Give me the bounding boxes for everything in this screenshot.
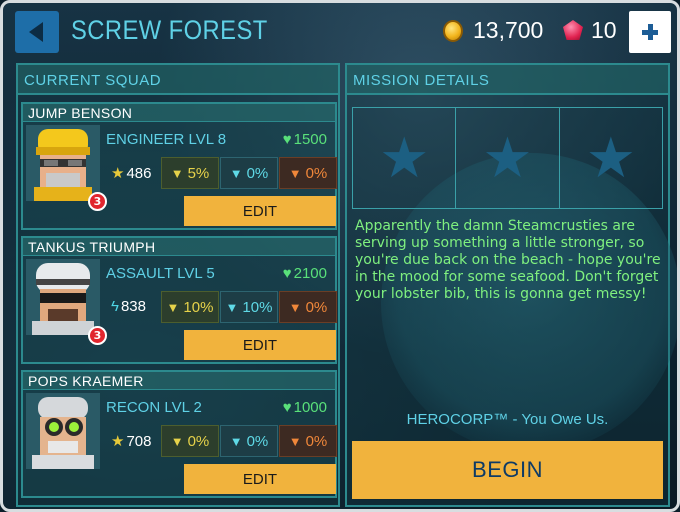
star-icon: ★ [111,433,125,450]
star-icon: ★ [111,165,125,182]
mission-tagline: HEROCORP™ - You Owe Us. [406,411,609,428]
stat-orange: ▼ 0% [279,157,337,189]
mission-panel-title: MISSION DETAILS [353,72,490,89]
orange-gem-icon: ▼ [288,299,302,315]
orange-gem-icon: ▼ [288,165,302,181]
member-power-value: 838 [120,298,146,315]
orange-gem-icon: ▼ [288,433,302,449]
mission-title: SCREW FOREST [71,15,268,45]
member-power-value: 486 [126,165,152,182]
notification-badge: 3 [88,192,107,211]
star-icon: ★ [353,108,457,208]
member-portrait[interactable] [26,125,100,201]
heart-icon: ♥ [282,131,292,148]
yellow-gem-icon: ▼ [170,165,184,181]
stat-yellow: ▼ 0% [161,425,219,457]
member-power: ϟ 838 [111,298,146,315]
stat-orange: ▼ 0% [279,425,337,457]
stat-orange-value: 0% [305,432,328,450]
stat-cyan: ▼ 10% [220,291,278,323]
yellow-gem-icon: ▼ [166,299,180,315]
edit-button[interactable]: EDIT [184,196,336,226]
member-portrait[interactable] [26,259,100,335]
edit-button[interactable]: EDIT [184,464,336,494]
member-role-level: ENGINEER LVL 8 [106,131,227,148]
squad-panel-header: CURRENT SQUAD [18,65,338,95]
stat-cyan-value: 0% [246,432,269,450]
mission-details-panel: MISSION DETAILS ★ ★ ★ Apparently the dam… [345,63,677,507]
add-currency-button[interactable] [629,11,671,53]
stat-yellow: ▼ 5% [161,157,219,189]
stat-cyan-value: 10% [242,298,273,316]
stat-orange-value: 0% [305,164,328,182]
member-portrait[interactable] [26,393,100,469]
member-health: ♥ 1000 [283,399,327,416]
stat-cyan: ▼ 0% [220,425,278,457]
star-icon: ★ [456,108,560,208]
stat-orange-value: 0% [305,298,328,316]
member-name-bar: TANKUS TRIUMPH [23,238,335,256]
squad-panel-title: CURRENT SQUAD [24,72,162,89]
cyan-gem-icon: ▼ [229,433,243,449]
stat-yellow: ▼ 10% [161,291,219,323]
heart-icon: ♥ [282,265,292,282]
stat-cyan: ▼ 0% [220,157,278,189]
yellow-gem-icon: ▼ [170,433,184,449]
member-power-value: 708 [126,433,152,450]
member-health: ♥ 1500 [283,131,327,148]
mission-panel-header: MISSION DETAILS [347,65,668,95]
game-screen: SCREW FOREST 13,700 10 CURRENT SQUAD JUM… [0,0,680,512]
star-icon: ★ [585,125,636,191]
member-name: TANKUS TRIUMPH [28,239,156,255]
member-role-level: ASSAULT LVL 5 [106,265,215,282]
coin-count: 13,700 [473,17,544,43]
stat-cyan-value: 0% [246,164,269,182]
member-health-value: 2100 [293,265,327,282]
member-health: ♥ 2100 [283,265,327,282]
member-name-bar: JUMP BENSON [23,104,335,122]
member-health-value: 1000 [293,399,327,416]
member-health-value: 1500 [293,131,327,148]
stat-yellow-value: 10% [183,298,214,316]
bolt-icon: ϟ [111,298,119,315]
squad-member-card[interactable]: TANKUS TRIUMPH 3 ASSAULT LVL 5 ♥ 2100 ϟ 83… [21,236,337,364]
back-button[interactable] [15,11,59,53]
edit-button[interactable]: EDIT [184,330,336,360]
stat-orange: ▼ 0% [279,291,337,323]
member-name: JUMP BENSON [28,105,133,121]
member-name: POPS KRAEMER [28,373,144,389]
member-name-bar: POPS KRAEMER [23,372,335,390]
stat-yellow-value: 0% [187,432,210,450]
cyan-gem-icon: ▼ [229,165,243,181]
mission-star-rating: ★ ★ ★ [352,107,663,209]
coin-icon [443,20,463,42]
notification-badge: 3 [88,326,107,345]
plus-icon-vertical [647,24,653,40]
member-power: ★ 486 [111,164,151,182]
mission-description: Apparently the damn Steamcrusties are se… [355,218,661,302]
member-role-level: RECON LVL 2 [106,399,202,416]
back-arrow-icon [29,22,43,42]
begin-button[interactable]: BEGIN [352,441,663,499]
heart-icon: ♥ [282,399,292,416]
squad-member-card[interactable]: POPS KRAEMER RECON LVL 2 ♥ 1000 ★ 708 ▼ 0 [21,370,337,498]
member-power: ★ 708 [111,432,151,450]
squad-member-card[interactable]: JUMP BENSON 3 ENGINEER LVL 8 ♥1500 ★48 [21,102,337,230]
stat-yellow-value: 5% [187,164,210,182]
current-squad-panel: CURRENT SQUAD JUMP BENSON 3 ENGINEER LVL… [16,63,340,507]
cyan-gem-icon: ▼ [225,299,239,315]
gem-icon [563,20,583,40]
gem-count: 10 [591,17,617,43]
